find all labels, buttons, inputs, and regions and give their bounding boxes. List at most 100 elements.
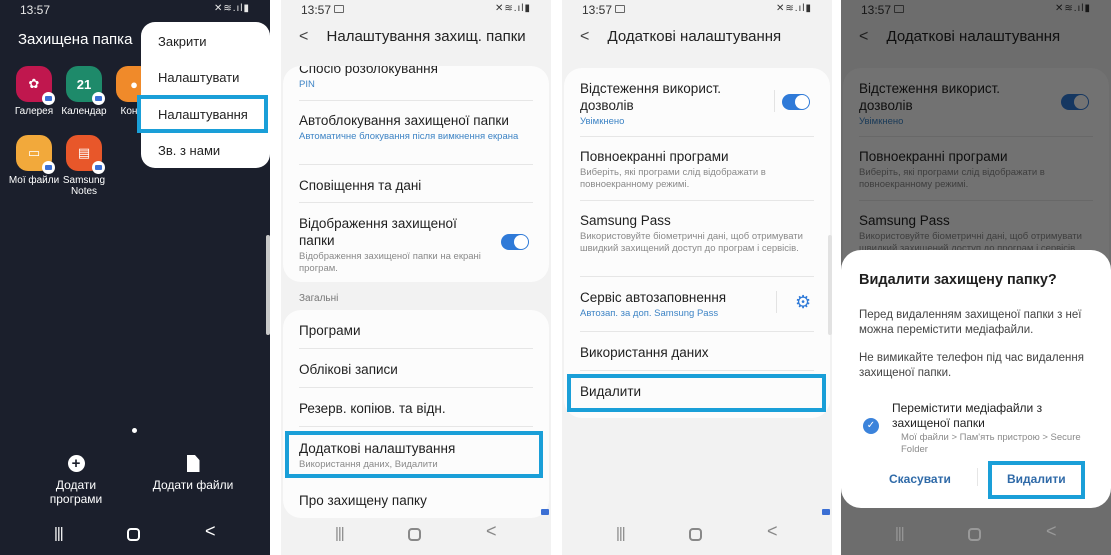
show-secure-folder-item[interactable]: Відображення захищеної папки Відображенн… (299, 215, 489, 275)
more-settings-screen: 13:57 ✕≋.ıl▮ < Додаткові налаштування Ві… (562, 0, 832, 555)
scroll-handle[interactable] (266, 235, 270, 335)
notifications-data-item[interactable]: Сповіщення та дані (299, 177, 531, 194)
samsung-pass-item[interactable]: Samsung Pass Використовуйте біометричні … (580, 212, 812, 255)
menu-item-customize[interactable]: Налаштувати (158, 70, 239, 85)
app-label: Мої файли (8, 175, 60, 186)
gear-icon[interactable]: ⚙ (795, 292, 811, 313)
recent-apps-button[interactable]: ||| (895, 525, 905, 542)
app-my-files[interactable]: ▭ Мої файли (6, 135, 62, 186)
back-button[interactable]: < (205, 521, 216, 542)
status-bar: 13:57 ✕≋.ıl▮ (281, 0, 551, 20)
back-button[interactable]: < (767, 521, 778, 542)
divider (299, 426, 533, 427)
status-icons: ✕≋.ıl▮ (213, 3, 250, 14)
separator (977, 468, 978, 486)
highlight-settings (137, 95, 268, 133)
back-arrow-icon[interactable]: < (580, 28, 589, 46)
app-label: Календар (61, 106, 107, 117)
add-apps-button[interactable]: + Додати програми (28, 455, 124, 506)
page-title: Додаткові налаштування (607, 28, 782, 45)
secure-folder-settings-screen: 13:57 ✕≋.ıl▮ < Налаштування захищ. папки… (281, 0, 551, 555)
back-button[interactable]: < (486, 521, 497, 542)
home-button[interactable] (689, 528, 702, 541)
gallery-notification-icon (334, 5, 344, 13)
app-calendar[interactable]: 21 Календар (56, 66, 112, 117)
divider (580, 370, 814, 371)
navigation-bar: ||| < (841, 515, 1111, 555)
status-bar: 13:57 ✕≋.ıl▮ (562, 0, 832, 20)
status-bar: 13:57 ✕≋.ıl▮ (0, 0, 270, 20)
accounts-item[interactable]: Облікові записи (299, 361, 531, 378)
divider (299, 164, 533, 165)
auto-lock-item[interactable]: Автоблокування захищеної папки Автоматич… (299, 112, 531, 143)
settings-card-general: Програми Облікові записи Резерв. копіюв.… (283, 310, 549, 518)
file-icon (186, 455, 200, 472)
app-gallery[interactable]: ✿ Галерея (6, 66, 62, 117)
uninstall-confirm-screen: 13:57 ✕≋.ıl▮ < Додаткові налаштування Ві… (841, 0, 1111, 555)
status-time: 13:57 (582, 3, 613, 17)
page-title: Налаштування захищ. папки (326, 28, 526, 45)
home-button[interactable] (968, 528, 981, 541)
status-icons: ✕≋.ıl▮ (775, 3, 812, 14)
secure-folder-badge-icon (537, 505, 551, 515)
home-button[interactable] (127, 528, 140, 541)
more-settings-card: Відстеження використ. дозволів Увімкнено… (564, 68, 830, 418)
add-icon: + (67, 455, 85, 472)
apps-item[interactable]: Програми (299, 322, 531, 339)
secure-folder-title: Захищена папка (18, 31, 133, 48)
app-samsung-notes[interactable]: ▤ Samsung Notes (56, 135, 112, 197)
highlight-more-settings (285, 431, 543, 478)
page-indicator (132, 428, 137, 433)
move-media-path: Мої файли > Пам'ять пристрою > Secure Fo… (901, 432, 1081, 455)
navigation-bar: ||| < (562, 515, 832, 555)
home-button[interactable] (408, 528, 421, 541)
highlight-uninstall (567, 374, 826, 412)
separator (774, 90, 775, 112)
settings-card-security: Спосіб розблокування PIN Автоблокування … (283, 66, 549, 282)
status-time: 13:57 (301, 3, 332, 17)
page-header: < Налаштування захищ. папки (299, 28, 526, 46)
scroll-handle[interactable] (828, 235, 832, 335)
about-secure-folder-item[interactable]: Про захищену папку (299, 492, 531, 509)
permission-tracking-item[interactable]: Відстеження використ. дозволів Увімкнено (580, 80, 760, 128)
divider (299, 348, 533, 349)
fullscreen-apps-item[interactable]: Повноекранні програми Виберіть, які прог… (580, 148, 812, 191)
recent-apps-button[interactable]: ||| (54, 525, 64, 542)
navigation-bar: ||| < (0, 515, 270, 555)
data-usage-item[interactable]: Використання даних (580, 344, 812, 361)
my-files-icon: ▭ (16, 135, 55, 174)
status-icons: ✕≋.ıl▮ (494, 3, 531, 14)
back-button[interactable]: < (1046, 521, 1057, 542)
menu-item-close[interactable]: Закрити (158, 34, 206, 49)
show-secure-folder-toggle[interactable] (501, 234, 529, 250)
gallery-icon: ✿ (16, 66, 55, 105)
move-media-label: Перемістити медіафайли з захищеної папки (892, 401, 1043, 430)
recent-apps-button[interactable]: ||| (335, 525, 345, 542)
divider (580, 200, 814, 201)
divider (580, 276, 814, 277)
backup-restore-item[interactable]: Резерв. копіюв. та відн. (299, 400, 531, 417)
autofill-service-item[interactable]: Сервіс автозаповнення Автозап. за доп. S… (580, 289, 770, 320)
divider (580, 136, 814, 137)
app-label: Samsung Notes (62, 175, 106, 197)
menu-item-contact-us[interactable]: Зв. з нами (158, 143, 220, 158)
secure-folder-badge-icon (818, 505, 832, 515)
dialog-text-warning: Не вимикайте телефон під час видалення з… (859, 352, 1084, 379)
divider (299, 100, 533, 101)
dialog-title: Видалити захищену папку? (859, 272, 1057, 288)
highlight-confirm (988, 461, 1085, 499)
move-media-checkbox[interactable]: ✓ (863, 418, 879, 434)
secure-folder-home-screen: 13:57 ✕≋.ıl▮ Захищена папка ✿ Галерея 21… (0, 0, 270, 555)
samsung-notes-icon: ▤ (66, 135, 105, 174)
unlock-method-item[interactable]: Спосіб розблокування PIN (299, 66, 531, 91)
add-files-button[interactable]: Додати файли (150, 455, 236, 492)
recent-apps-button[interactable]: ||| (616, 525, 626, 542)
cancel-button[interactable]: Скасувати (889, 472, 951, 486)
divider (580, 331, 814, 332)
back-arrow-icon[interactable]: < (299, 28, 308, 46)
gallery-notification-icon (615, 5, 625, 13)
permission-tracking-toggle[interactable] (782, 94, 810, 110)
dialog-text-media: Перед видаленням захищеної папки з неї м… (859, 309, 1082, 336)
calendar-icon: 21 (66, 66, 105, 105)
navigation-bar: ||| < (281, 515, 551, 555)
